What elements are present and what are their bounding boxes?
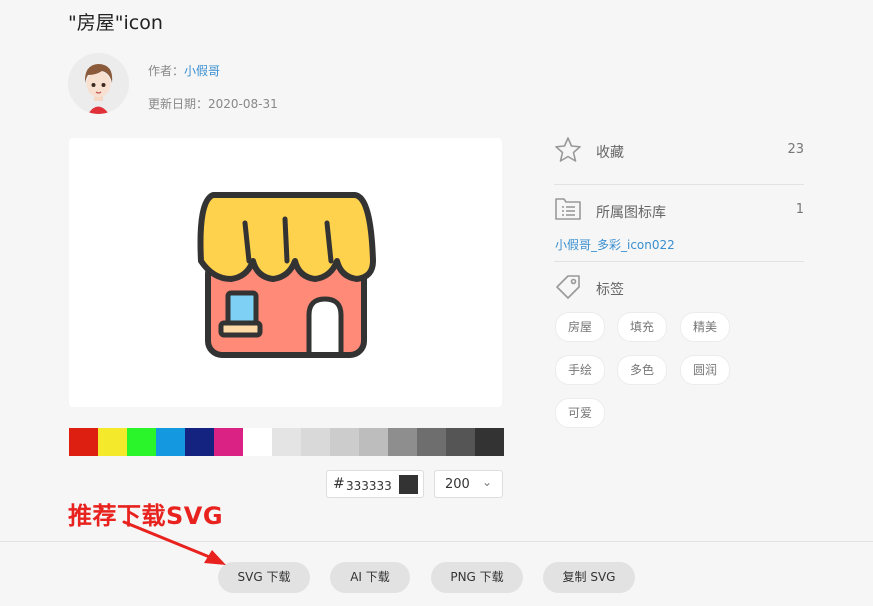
divider <box>554 184 804 185</box>
tag-chip[interactable]: 手绘 <box>555 355 606 385</box>
hash-symbol: # <box>333 476 345 492</box>
color-swatches <box>69 428 504 456</box>
update-date-line: 更新日期：2020-08-31 <box>148 95 278 112</box>
library-row: 所属图标库 1 <box>554 196 804 226</box>
color-swatch[interactable] <box>127 428 156 456</box>
png-download-button[interactable]: PNG 下载 <box>431 562 523 593</box>
color-swatch[interactable] <box>475 428 504 456</box>
icon-preview <box>69 138 502 407</box>
color-swatch[interactable] <box>359 428 388 456</box>
color-swatch[interactable] <box>98 428 127 456</box>
tag-chip[interactable]: 精美 <box>680 312 731 342</box>
annotation-arrow-icon <box>122 520 226 565</box>
tag-chip[interactable]: 圆润 <box>680 355 731 385</box>
folder-list-icon <box>554 196 582 226</box>
color-swatch[interactable] <box>388 428 417 456</box>
favorite-count: 23 <box>787 142 804 157</box>
date-label: 更新日期： <box>148 97 209 111</box>
star-icon[interactable] <box>554 136 582 168</box>
divider <box>554 261 804 262</box>
hex-color-input[interactable]: # 333333 <box>326 470 424 498</box>
copy-svg-button[interactable]: 复制 SVG <box>543 562 635 593</box>
color-swatch[interactable] <box>417 428 446 456</box>
avatar-illustration <box>68 53 129 114</box>
tag-chip[interactable]: 房屋 <box>555 312 606 342</box>
size-value: 200 <box>445 477 470 492</box>
color-swatch[interactable] <box>69 428 98 456</box>
color-swatch[interactable] <box>446 428 475 456</box>
tags-row: 标签 <box>554 273 804 303</box>
author-label: 作者： <box>148 64 185 78</box>
size-select[interactable]: 200 ⌄ <box>434 470 503 498</box>
hex-value[interactable]: 333333 <box>346 479 392 493</box>
color-swatch[interactable] <box>156 428 185 456</box>
page-title: "房屋"icon <box>68 12 163 34</box>
house-store-icon <box>197 192 376 358</box>
tag-chip[interactable]: 可爱 <box>555 398 606 428</box>
author-link[interactable]: 小假哥 <box>184 64 220 78</box>
tags-label: 标签 <box>596 282 624 298</box>
library-link[interactable]: 小假哥_多彩_icon022 <box>555 236 675 253</box>
color-swatch[interactable] <box>272 428 301 456</box>
chevron-down-icon: ⌄ <box>482 475 493 489</box>
date-value: 2020-08-31 <box>208 97 278 111</box>
color-swatch[interactable] <box>301 428 330 456</box>
library-count: 1 <box>795 202 804 217</box>
ai-download-button[interactable]: AI 下载 <box>330 562 410 593</box>
tag-chip[interactable]: 填充 <box>617 312 668 342</box>
tag-icon <box>554 273 582 305</box>
color-swatch[interactable] <box>330 428 359 456</box>
author-avatar[interactable] <box>68 53 129 114</box>
current-color-chip[interactable] <box>399 475 418 494</box>
library-label: 所属图标库 <box>596 205 666 221</box>
favorite-label: 收藏 <box>596 145 624 161</box>
color-swatch[interactable] <box>214 428 243 456</box>
favorite-row[interactable]: 收藏 23 <box>554 136 804 166</box>
author-line: 作者：小假哥 <box>148 62 220 79</box>
color-swatch[interactable] <box>185 428 214 456</box>
tag-chip[interactable]: 多色 <box>617 355 668 385</box>
color-swatch[interactable] <box>243 428 272 456</box>
